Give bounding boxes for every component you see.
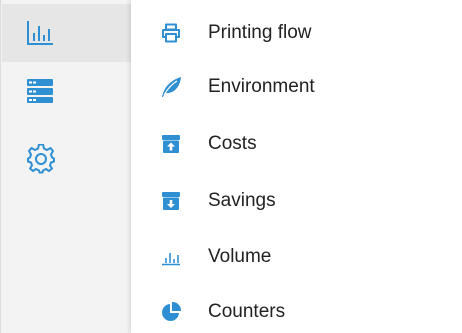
box-upload-icon: [160, 133, 182, 155]
bar-chart-icon: [160, 246, 182, 268]
gear-icon: [27, 144, 55, 174]
menu-item-label: Savings: [208, 190, 276, 211]
menu-item-costs[interactable]: Costs: [131, 123, 462, 165]
rail-item-statistics[interactable]: [2, 4, 131, 62]
menu-item-label: Counters: [208, 301, 286, 322]
server-list-icon: [27, 79, 53, 103]
app-root: Printing flow Environment Costs Savings …: [0, 0, 462, 333]
leaf-icon: [160, 76, 182, 98]
menu-item-label: Costs: [208, 133, 257, 154]
menu-item-environment[interactable]: Environment: [131, 66, 462, 108]
rail-item-settings[interactable]: [2, 130, 131, 188]
bar-chart-icon: [27, 21, 53, 45]
icon-rail: [0, 0, 131, 333]
printer-icon: [160, 22, 182, 44]
menu-item-label: Printing flow: [208, 22, 312, 43]
menu-item-volume[interactable]: Volume: [131, 236, 462, 278]
menu-item-savings[interactable]: Savings: [131, 180, 462, 222]
pie-chart-icon: [160, 301, 182, 323]
statistics-submenu: Printing flow Environment Costs Savings …: [131, 0, 462, 333]
menu-item-label: Volume: [208, 246, 272, 267]
box-download-icon: [160, 190, 182, 212]
menu-item-printing-flow[interactable]: Printing flow: [131, 12, 462, 54]
menu-item-counters[interactable]: Counters: [131, 291, 462, 333]
rail-item-servers[interactable]: [2, 62, 131, 120]
menu-item-label: Environment: [208, 76, 315, 97]
